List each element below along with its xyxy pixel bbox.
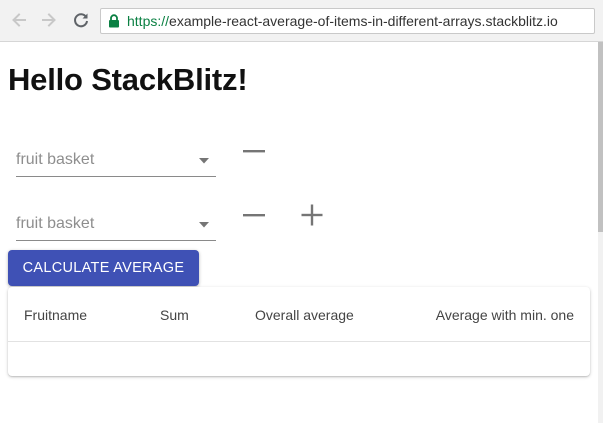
arrow-left-icon bbox=[12, 13, 26, 27]
remove-basket-2-button[interactable] bbox=[240, 201, 268, 229]
url-scheme: https:// bbox=[127, 13, 170, 29]
plus-icon bbox=[301, 204, 323, 226]
column-header-overall-average[interactable]: Overall average bbox=[255, 307, 354, 323]
reload-button[interactable] bbox=[69, 8, 93, 32]
fruit-basket-select-2[interactable]: fruit basket bbox=[16, 209, 216, 241]
url-host: example-react-average-of-items-in-differ… bbox=[169, 13, 558, 29]
lock-icon bbox=[108, 14, 122, 28]
address-bar[interactable]: https://example-react-average-of-items-i… bbox=[100, 8, 595, 34]
reload-icon bbox=[74, 13, 88, 28]
minus-icon bbox=[243, 214, 265, 217]
calculate-average-button[interactable]: Calculate average bbox=[8, 250, 199, 286]
add-basket-button[interactable] bbox=[298, 201, 326, 229]
results-table: Fruitname Sum Overall average Average wi… bbox=[8, 287, 590, 376]
forward-button[interactable] bbox=[37, 8, 61, 32]
column-header-sum[interactable]: Sum bbox=[160, 307, 189, 323]
browser-toolbar: https://example-react-average-of-items-i… bbox=[0, 0, 603, 42]
select-placeholder: fruit basket bbox=[16, 215, 95, 232]
caret-down-icon bbox=[199, 158, 209, 164]
column-header-average-min-one[interactable]: Average with min. one bbox=[436, 307, 574, 323]
url-text: https://example-react-average-of-items-i… bbox=[127, 13, 558, 29]
minus-icon bbox=[243, 150, 265, 153]
back-button[interactable] bbox=[7, 8, 31, 32]
scrollbar-thumb[interactable] bbox=[598, 42, 603, 232]
page-scrollbar[interactable] bbox=[598, 42, 603, 423]
page-title: Hello StackBlitz! bbox=[8, 62, 248, 97]
remove-basket-1-button[interactable] bbox=[240, 137, 268, 165]
caret-down-icon bbox=[199, 222, 209, 228]
select-placeholder: fruit basket bbox=[16, 151, 95, 168]
table-header-row: Fruitname Sum Overall average Average wi… bbox=[8, 287, 590, 342]
column-header-fruitname[interactable]: Fruitname bbox=[24, 307, 87, 323]
arrow-right-icon bbox=[42, 13, 56, 27]
fruit-basket-select-1[interactable]: fruit basket bbox=[16, 145, 216, 177]
